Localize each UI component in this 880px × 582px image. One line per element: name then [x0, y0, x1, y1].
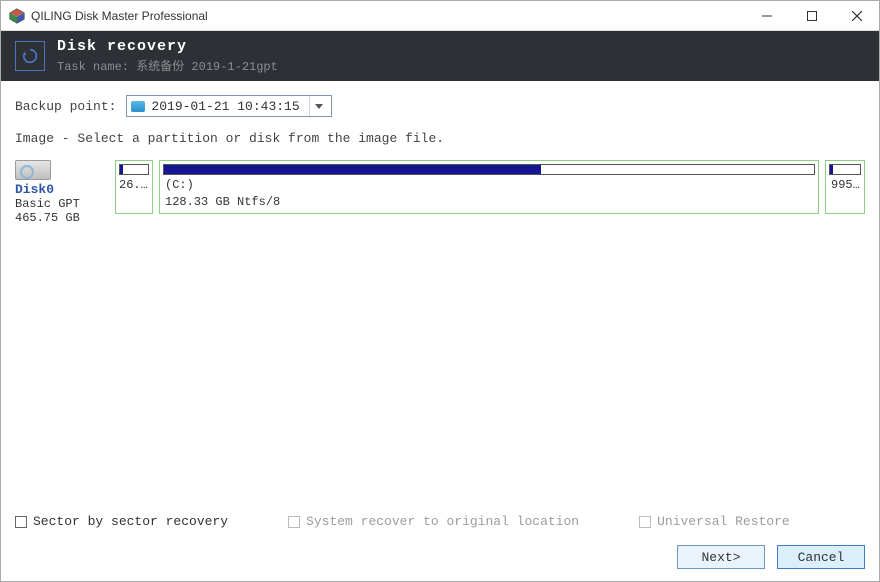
disk-name: Disk0	[15, 182, 109, 197]
titlebar: QILING Disk Master Professional	[1, 1, 879, 31]
instruction-text: Image - Select a partition or disk from …	[15, 131, 865, 146]
partition-usage-bar	[163, 164, 815, 175]
close-button[interactable]	[834, 1, 879, 30]
task-name-value: 系统备份 2019-1-21gpt	[136, 60, 278, 74]
system-recover-checkbox: System recover to original location	[288, 514, 579, 529]
universal-restore-label: Universal Restore	[657, 514, 790, 529]
checkbox-icon	[15, 516, 27, 528]
partition-usage-bar	[829, 164, 861, 175]
partition-0[interactable]: 26...	[115, 160, 153, 214]
page-title: Disk recovery	[57, 38, 278, 55]
partition-1[interactable]: (C:) 128.33 GB Ntfs/8	[159, 160, 819, 214]
drive-icon	[15, 160, 51, 180]
partition-info: 995...	[831, 178, 861, 192]
disk-icon	[131, 101, 145, 112]
partition-label: (C:)	[165, 178, 815, 192]
app-logo-icon	[9, 8, 25, 24]
page-header: Disk recovery Task name: 系统备份 2019-1-21g…	[1, 31, 879, 81]
disk-type: Basic GPT	[15, 197, 109, 211]
partition-info: 26...	[119, 178, 149, 192]
minimize-button[interactable]	[744, 1, 789, 30]
maximize-button[interactable]	[789, 1, 834, 30]
cancel-button[interactable]: Cancel	[777, 545, 865, 569]
task-name-label: Task name:	[57, 60, 129, 74]
recovery-icon	[15, 41, 45, 71]
next-button[interactable]: Next>	[677, 545, 765, 569]
partition-usage-bar	[119, 164, 149, 175]
backup-point-select[interactable]: 2019-01-21 10:43:15	[126, 95, 332, 117]
checkbox-icon	[639, 516, 651, 528]
chevron-down-icon	[309, 96, 327, 116]
backup-point-value: 2019-01-21 10:43:15	[151, 99, 303, 114]
disk-size: 465.75 GB	[15, 211, 109, 225]
disk-info[interactable]: Disk0 Basic GPT 465.75 GB	[15, 160, 109, 225]
sector-by-sector-checkbox[interactable]: Sector by sector recovery	[15, 514, 228, 529]
partition-info: 128.33 GB Ntfs/8	[165, 195, 815, 209]
checkbox-icon	[288, 516, 300, 528]
universal-restore-checkbox: Universal Restore	[639, 514, 790, 529]
system-recover-label: System recover to original location	[306, 514, 579, 529]
disk-panel: Disk0 Basic GPT 465.75 GB 26... (C:) 128…	[9, 160, 871, 225]
window-title: QILING Disk Master Professional	[31, 9, 744, 23]
backup-point-label: Backup point:	[15, 99, 116, 114]
window-controls	[744, 1, 879, 30]
page-subtitle: Task name: 系统备份 2019-1-21gpt	[57, 57, 278, 74]
partition-2[interactable]: 995...	[825, 160, 865, 214]
sector-by-sector-label: Sector by sector recovery	[33, 514, 228, 529]
